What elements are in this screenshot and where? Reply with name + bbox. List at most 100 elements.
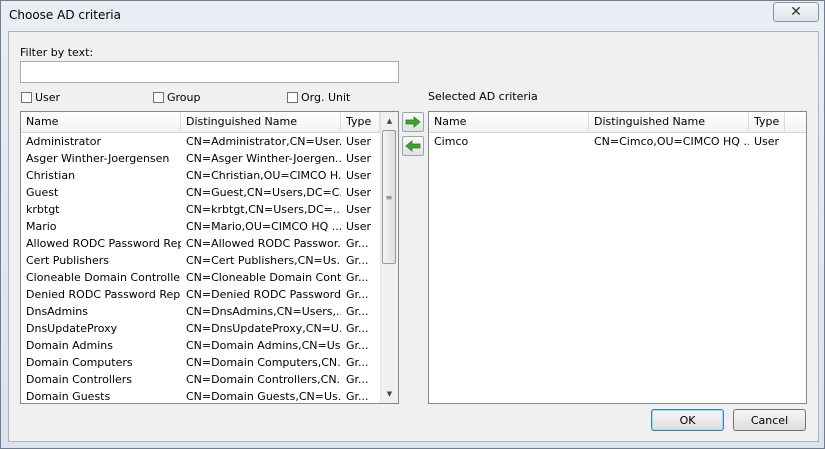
title-bar: Choose AD criteria ✕	[1, 1, 824, 31]
row-type: User	[754, 135, 780, 148]
close-icon: ✕	[790, 4, 802, 20]
row-name: Administrator	[26, 135, 101, 148]
selected-column-header-type[interactable]: Type	[749, 112, 785, 132]
row-type: User	[346, 220, 372, 233]
scroll-up-button[interactable]: ▲	[381, 112, 398, 129]
row-name: Domain Controllers	[26, 373, 133, 386]
table-row[interactable]: Denied RODC Password Repli... CN=Denied R…	[21, 286, 381, 303]
dialog-window: Choose AD criteria ✕ Filter by text: Use…	[0, 0, 825, 449]
group-checkbox-box[interactable]	[153, 92, 164, 103]
ok-button[interactable]: OK	[651, 409, 724, 431]
table-row[interactable]: Cloneable Domain Controllers CN=Cloneable…	[21, 269, 381, 286]
filter-label: Filter by text:	[20, 46, 94, 59]
row-type: User	[346, 203, 372, 216]
selected-list[interactable]: Name Distinguished Name Type Cimco CN=Cim…	[428, 111, 807, 404]
selected-column-header-name[interactable]: Name	[429, 112, 589, 132]
org-unit-checkbox-box[interactable]	[287, 92, 298, 103]
column-header-name[interactable]: Name	[21, 112, 181, 132]
row-type: Gr...	[346, 254, 369, 267]
table-row[interactable]: Asger Winther-Joergensen CN=Asger Winther…	[21, 150, 381, 167]
row-distinguished-name: CN=Guest,CN=Users,DC=C...	[186, 186, 341, 199]
close-button[interactable]: ✕	[773, 2, 819, 22]
table-row[interactable]: Domain Computers CN=Domain Computers,CN..…	[21, 354, 381, 371]
table-row[interactable]: DnsAdmins CN=DnsAdmins,CN=Users,... Gr...	[21, 303, 381, 320]
available-list-scrollbar[interactable]: ▲ ≡ ▼	[380, 112, 398, 403]
scroll-down-icon: ▼	[386, 389, 393, 398]
scroll-down-button[interactable]: ▼	[381, 385, 398, 402]
row-type: User	[346, 152, 372, 165]
row-type: Gr...	[346, 322, 369, 335]
row-distinguished-name: CN=Cimco,OU=CIMCO HQ ...	[594, 135, 749, 148]
column-header-distinguished-name[interactable]: Distinguished Name	[181, 112, 341, 132]
row-name: Domain Guests	[26, 390, 111, 403]
row-distinguished-name: CN=Cert Publishers,CN=Us...	[186, 254, 341, 267]
selected-criteria-label: Selected AD criteria	[428, 90, 538, 103]
row-type: User	[346, 169, 372, 182]
table-row[interactable]: Administrator CN=Administrator,CN=User...…	[21, 133, 381, 150]
row-name: Cloneable Domain Controllers	[26, 271, 181, 284]
table-row[interactable]: Allowed RODC Password Rep... CN=Allowed R…	[21, 235, 381, 252]
row-name: Mario	[26, 220, 57, 233]
row-type: User	[346, 186, 372, 199]
row-type: Gr...	[346, 305, 369, 318]
table-row[interactable]: Cert Publishers CN=Cert Publishers,CN=Us.…	[21, 252, 381, 269]
row-distinguished-name: CN=Allowed RODC Passwor...	[186, 237, 341, 250]
row-name: krbtgt	[26, 203, 60, 216]
scroll-up-icon: ▲	[386, 116, 393, 125]
table-row[interactable]: Christian CN=Christian,OU=CIMCO H... User	[21, 167, 381, 184]
grip-icon: ≡	[385, 192, 393, 202]
row-distinguished-name: CN=DnsAdmins,CN=Users,...	[186, 305, 341, 318]
cancel-button[interactable]: Cancel	[733, 409, 806, 431]
row-distinguished-name: CN=Asger Winther-Joergen...	[186, 152, 341, 165]
org-unit-checkbox[interactable]: Org. Unit	[287, 91, 350, 104]
row-type: Gr...	[346, 390, 369, 403]
row-distinguished-name: CN=krbtgt,CN=Users,DC=...	[186, 203, 341, 216]
row-name: Allowed RODC Password Rep...	[26, 237, 181, 250]
user-checkbox-label: User	[35, 91, 61, 104]
table-row[interactable]: DnsUpdateProxy CN=DnsUpdateProxy,CN=U... G…	[21, 320, 381, 337]
row-type: User	[346, 135, 372, 148]
filter-input[interactable]	[20, 61, 399, 83]
window-title: Choose AD criteria	[9, 8, 121, 22]
group-checkbox[interactable]: Group	[153, 91, 201, 104]
row-distinguished-name: CN=Mario,OU=CIMCO HQ ...	[186, 220, 341, 233]
remove-criteria-button[interactable]	[402, 136, 424, 156]
table-row[interactable]: Guest CN=Guest,CN=Users,DC=C... User	[21, 184, 381, 201]
available-list-header: Name Distinguished Name Type	[21, 112, 380, 133]
row-type: Gr...	[346, 356, 369, 369]
user-checkbox[interactable]: User	[21, 91, 60, 104]
row-type: Gr...	[346, 288, 369, 301]
table-row[interactable]: Domain Admins CN=Domain Admins,CN=Us... Gr…	[21, 337, 381, 354]
row-type: Gr...	[346, 373, 369, 386]
row-distinguished-name: CN=Christian,OU=CIMCO H...	[186, 169, 341, 182]
row-name: Denied RODC Password Repli...	[26, 288, 181, 301]
row-distinguished-name: CN=Domain Computers,CN...	[186, 356, 341, 369]
add-criteria-button[interactable]	[402, 112, 424, 132]
available-list[interactable]: Name Distinguished Name Type Administrat…	[20, 111, 399, 404]
row-name: DnsAdmins	[26, 305, 88, 318]
row-distinguished-name: CN=Domain Guests,CN=Us...	[186, 390, 341, 403]
row-name: Cimco	[434, 135, 469, 148]
row-name: Cert Publishers	[26, 254, 110, 267]
row-distinguished-name: CN=Domain Admins,CN=Us...	[186, 339, 341, 352]
table-row[interactable]: Mario CN=Mario,OU=CIMCO HQ ... User	[21, 218, 381, 235]
arrow-left-icon	[405, 140, 421, 152]
row-type: Gr...	[346, 271, 369, 284]
selected-column-header-distinguished-name[interactable]: Distinguished Name	[589, 112, 749, 132]
row-distinguished-name: CN=Domain Controllers,CN...	[186, 373, 341, 386]
scroll-thumb[interactable]: ≡	[382, 130, 396, 264]
table-row[interactable]: Domain Controllers CN=Domain Controllers,…	[21, 371, 381, 388]
table-row[interactable]: krbtgt CN=krbtgt,CN=Users,DC=... User	[21, 201, 381, 218]
column-header-type[interactable]: Type	[341, 112, 380, 132]
row-type: Gr...	[346, 339, 369, 352]
row-distinguished-name: CN=Denied RODC Password...	[186, 288, 341, 301]
dialog-body: Filter by text: User Group Org. Unit Sel…	[8, 31, 819, 442]
table-row[interactable]: Domain Guests CN=Domain Guests,CN=Us... Gr…	[21, 388, 381, 403]
table-row[interactable]: Cimco CN=Cimco,OU=CIMCO HQ ... User	[429, 133, 789, 150]
user-checkbox-box[interactable]	[21, 92, 32, 103]
group-checkbox-label: Group	[167, 91, 201, 104]
row-name: Domain Admins	[26, 339, 113, 352]
arrow-right-icon	[405, 116, 421, 128]
row-name: Asger Winther-Joergensen	[26, 152, 170, 165]
row-distinguished-name: CN=Cloneable Domain Cont...	[186, 271, 341, 284]
